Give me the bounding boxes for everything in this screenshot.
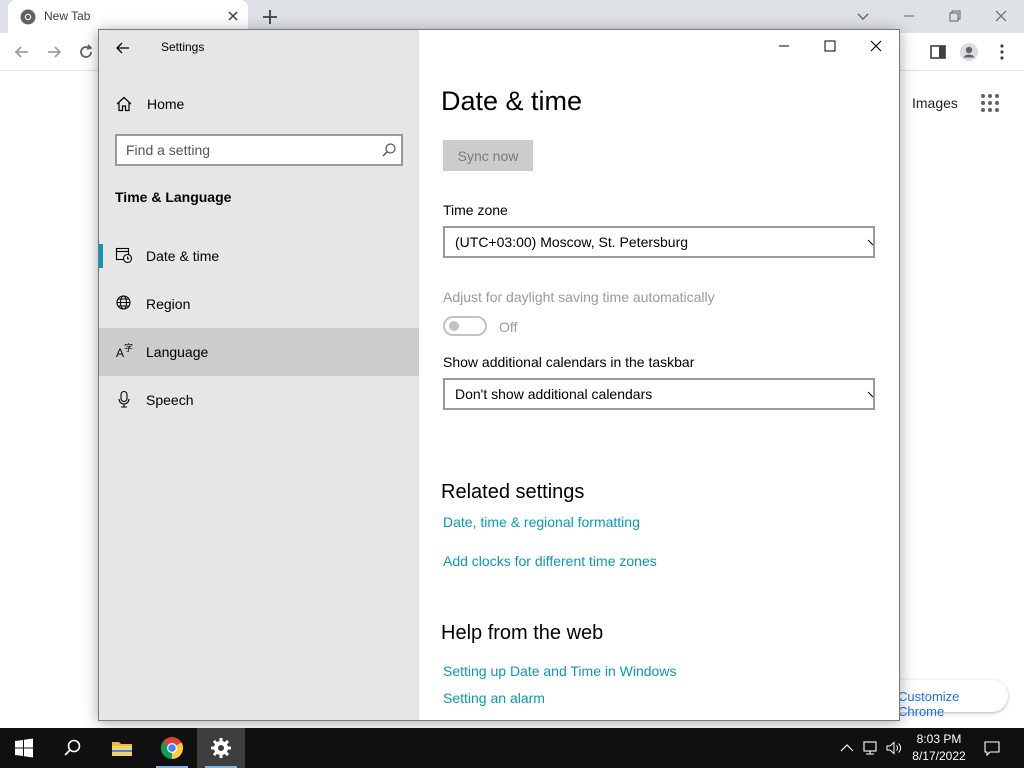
close-tab-icon[interactable] [225,8,241,24]
related-settings-title: Related settings [441,481,585,503]
time-zone-value: (UTC+03:00) Moscow, St. Petersburg [455,234,689,250]
settings-gear-icon [211,738,231,758]
tab-title: New Tab [44,9,91,23]
side-panel-icon[interactable] [928,42,948,62]
search-input[interactable] [117,136,367,164]
chrome-favicon-icon [20,9,36,25]
customize-chrome-label: Customize Chrome [898,689,960,719]
reload-icon[interactable] [76,42,96,62]
home-icon [116,96,132,112]
dst-label: Adjust for daylight saving time automati… [443,289,715,305]
nav-item-label: Language [146,344,209,360]
svg-text:字: 字 [124,342,133,353]
link-setting-alarm[interactable]: Setting an alarm [443,690,545,706]
browser-minimize-icon[interactable] [898,5,920,27]
search-icon[interactable] [381,142,397,158]
action-center-notification-icon[interactable] [983,739,1001,757]
settings-nav-pane: Settings Home Time & Language Date & tim… [99,30,419,720]
start-button[interactable] [0,728,48,768]
calendars-dropdown[interactable]: Don't show additional calendars [443,378,875,410]
volume-icon[interactable] [885,739,903,757]
more-menu-icon[interactable] [992,42,1012,62]
settings-content-pane: Date & time Sync now Time zone (UTC+03:0… [419,30,899,720]
chevron-down-icon [867,391,874,398]
help-from-web-title: Help from the web [441,622,604,644]
nav-item-label: Date & time [146,248,220,264]
svg-text:A: A [116,346,124,360]
minimize-icon[interactable] [761,30,807,62]
date-time-icon [115,247,133,264]
network-icon[interactable] [862,739,880,757]
microphone-icon [118,390,130,408]
taskbar-file-explorer[interactable] [98,728,146,768]
nav-home[interactable]: Home [99,84,419,124]
sync-now-button[interactable]: Sync now [443,140,533,171]
clock-time: 8:03 PM [916,732,962,746]
nav-item-language[interactable]: A 字 Language [99,328,419,376]
link-regional-formatting[interactable]: Date, time & regional formatting [443,514,640,530]
dst-state-label: Off [499,319,518,335]
browser-close-icon[interactable] [990,5,1012,27]
new-tab-plus-icon[interactable] [260,7,280,27]
nav-section-heading: Time & Language [115,189,232,205]
window-title: Settings [161,40,205,54]
search-icon [64,739,81,756]
taskbar-clock[interactable]: 8:03 PM 8/17/2022 [906,731,972,765]
close-icon[interactable] [853,30,899,62]
show-hidden-icons-chevron-icon[interactable] [838,739,856,757]
images-link[interactable]: Images [912,95,958,111]
nav-item-label: Speech [146,392,194,408]
chevron-down-icon [867,239,874,246]
nav-item-date-time[interactable]: Date & time [99,232,419,280]
forward-arrow-icon[interactable] [44,42,64,62]
nav-item-region[interactable]: Region [99,280,419,328]
maximize-icon[interactable] [807,30,853,62]
nav-item-label: Region [146,296,191,312]
taskbar-settings[interactable] [197,728,245,768]
page-title: Date & time [441,86,583,116]
time-zone-dropdown[interactable]: (UTC+03:00) Moscow, St. Petersburg [443,226,875,258]
google-apps-grid-icon[interactable] [980,93,1000,113]
browser-restore-icon[interactable] [944,5,966,27]
profile-avatar-icon[interactable] [959,42,979,62]
nav-home-label: Home [147,96,185,112]
back-arrow-button[interactable] [111,38,135,58]
dst-toggle-switch[interactable] [443,316,487,336]
calendars-label: Show additional calendars in the taskbar [443,354,695,370]
language-icon: A 字 [116,342,133,360]
toggle-knob [449,321,459,331]
find-setting-search-box[interactable] [115,134,403,166]
nav-item-speech[interactable]: Speech [99,376,419,424]
taskbar-search-button[interactable] [48,728,96,768]
settings-window: Settings Home Time & Language Date & tim… [98,29,900,721]
taskbar: 8:03 PM 8/17/2022 [0,728,1024,768]
taskbar-chrome[interactable] [148,728,196,768]
time-zone-label: Time zone [443,202,508,218]
globe-icon [116,295,131,310]
windows-start-icon [15,738,33,758]
file-explorer-icon [112,742,132,756]
back-arrow-icon[interactable] [12,42,32,62]
chrome-icon [161,737,183,759]
link-add-clocks[interactable]: Add clocks for different time zones [443,553,657,569]
tab-search-chevron-icon[interactable] [852,5,874,27]
link-setting-up-date-time[interactable]: Setting up Date and Time in Windows [443,663,676,679]
calendars-value: Don't show additional calendars [455,386,653,402]
clock-date: 8/17/2022 [912,749,966,763]
